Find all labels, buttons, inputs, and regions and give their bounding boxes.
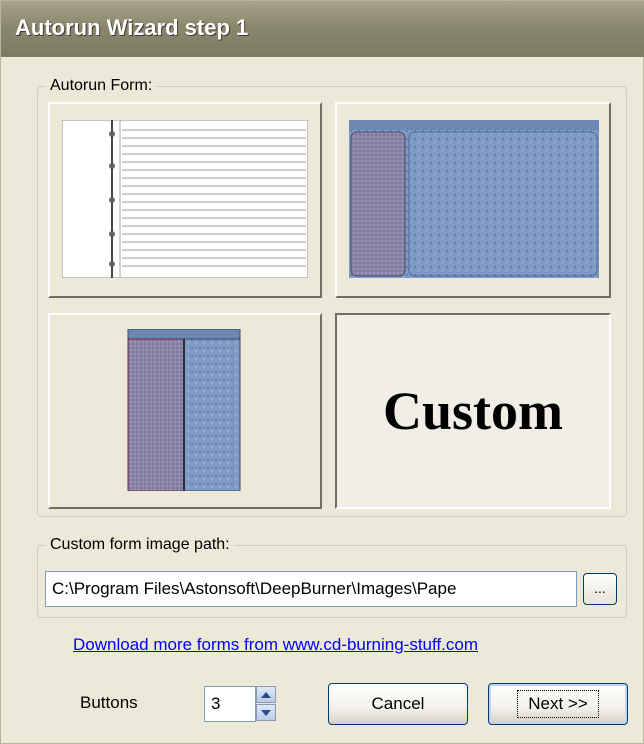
custom-path-legend: Custom form image path:: [50, 536, 230, 553]
custom-tile-label: Custom: [382, 381, 563, 441]
autorun-form-legend: Autorun Form:: [50, 77, 153, 94]
title-bar: Autorun Wizard step 1: [1, 1, 644, 57]
buttons-count-input[interactable]: 3: [204, 686, 256, 722]
narrow-panel-thumbnail: [127, 329, 241, 491]
blue-panel-thumbnail: [349, 120, 599, 278]
next-button[interactable]: Next >>: [488, 683, 628, 725]
form-tile-narrow-panel[interactable]: [48, 313, 322, 509]
wizard-window: Autorun Wizard step 1 Autorun Form: Cust…: [0, 0, 644, 744]
cancel-button[interactable]: Cancel: [328, 683, 468, 725]
download-forms-link[interactable]: Download more forms from www.cd-burning-…: [73, 635, 478, 655]
arrow-down-icon: [261, 709, 271, 716]
custom-path-input[interactable]: C:\Program Files\Astonsoft\DeepBurner\Im…: [45, 571, 577, 607]
window-title: Autorun Wizard step 1: [15, 15, 249, 40]
browse-button[interactable]: ...: [583, 573, 617, 605]
arrow-up-icon: [261, 691, 271, 698]
spin-down-button[interactable]: [256, 704, 276, 721]
notebook-thumbnail: [62, 120, 308, 278]
form-tile-blue-panel[interactable]: [335, 102, 611, 298]
form-tile-custom[interactable]: Custom: [335, 313, 611, 509]
next-button-label: Next >>: [517, 690, 599, 718]
spin-up-button[interactable]: [256, 686, 276, 703]
buttons-label: Buttons: [80, 693, 138, 712]
form-tile-notebook[interactable]: [48, 102, 322, 298]
